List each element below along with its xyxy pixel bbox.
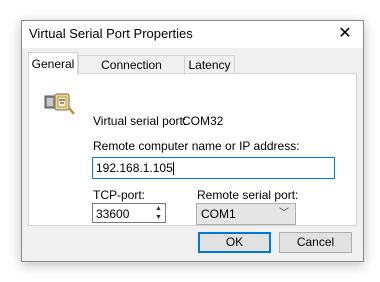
dialog-title: Virtual Serial Port Properties: [29, 26, 193, 41]
tab-connection-settings[interactable]: Connection Settings: [78, 55, 185, 90]
remote-computer-value: 192.168.1.105: [96, 161, 173, 175]
tcp-port-label: TCP-port:: [93, 188, 146, 202]
tab-general-label: General: [31, 57, 75, 71]
spin-down-icon[interactable]: ▼: [152, 213, 165, 222]
tcp-port-value: 33600: [96, 207, 130, 221]
remote-serial-select[interactable]: COM1 ﹀: [196, 203, 296, 225]
chevron-down-icon: ﹀: [279, 208, 289, 219]
ok-button[interactable]: OK: [198, 232, 271, 253]
close-icon[interactable]: ✕: [332, 22, 358, 46]
virtual-port-value: COM32: [182, 114, 224, 128]
remote-serial-value: COM1: [201, 207, 236, 221]
text-caret: [172, 162, 174, 176]
virtual-port-label: Virtual serial port:: [93, 114, 187, 128]
tab-latency-label: Latency: [188, 58, 231, 72]
tab-general[interactable]: General: [28, 52, 78, 75]
title-bar: Virtual Serial Port Properties ✕: [22, 21, 363, 48]
remote-serial-label: Remote serial port:: [197, 188, 299, 202]
remote-computer-input[interactable]: 192.168.1.105: [92, 157, 335, 179]
tcp-port-stepper[interactable]: 33600 ▲ ▼: [92, 203, 166, 223]
tcp-port-spin[interactable]: ▲ ▼: [152, 204, 165, 222]
spin-up-icon[interactable]: ▲: [152, 204, 165, 213]
serial-port-icon: [43, 88, 75, 116]
remote-computer-label: Remote computer name or IP address:: [93, 139, 300, 153]
properties-dialog: Virtual Serial Port Properties ✕ General…: [21, 20, 364, 262]
tab-latency[interactable]: Latency: [184, 55, 235, 74]
cancel-button[interactable]: Cancel: [279, 232, 352, 253]
general-tab-panel: Virtual serial port: COM32 Remote comput…: [28, 73, 357, 226]
